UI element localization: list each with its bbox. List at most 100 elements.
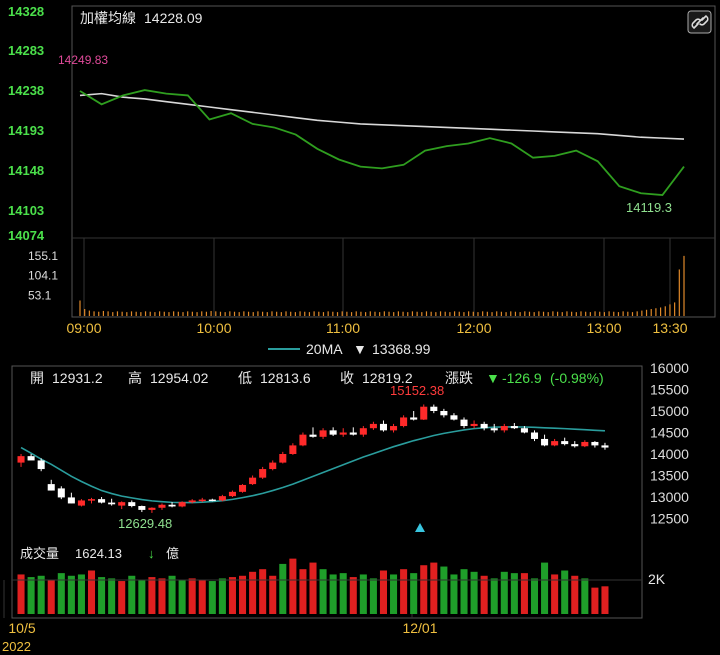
volume-y-tick: 53.1 bbox=[28, 288, 52, 302]
time-x-tick: 11:00 bbox=[326, 320, 360, 336]
high-label: 高 bbox=[128, 370, 142, 386]
daily-y-tick: 14000 bbox=[650, 446, 689, 462]
daily-volume-bar bbox=[520, 573, 528, 614]
signal-triangle-icon bbox=[415, 523, 425, 532]
time-x-tick: 09:00 bbox=[66, 320, 101, 336]
daily-volume-bar bbox=[218, 578, 226, 614]
price-y-tick: 14074 bbox=[8, 228, 45, 243]
daily-volume-bar bbox=[228, 577, 236, 614]
max-annotation: 15152.38 bbox=[390, 383, 444, 398]
candle bbox=[390, 423, 398, 433]
open-label: 開 bbox=[30, 370, 44, 386]
daily-volume-bar bbox=[289, 558, 297, 614]
price-y-tick: 14328 bbox=[8, 4, 44, 19]
daily-volume-bar bbox=[138, 579, 146, 614]
candle bbox=[369, 421, 377, 430]
daily-volume-bar bbox=[410, 573, 418, 614]
intraday-panel: 14328 14283 14238 14193 14148 14103 14074 155.… bbox=[8, 4, 716, 336]
volume-y-tick: 155.1 bbox=[28, 249, 58, 263]
candle bbox=[309, 427, 317, 438]
daily-volume-bar bbox=[591, 587, 599, 614]
daily-volume-bar bbox=[188, 578, 196, 614]
daily-y-tick: 14500 bbox=[650, 425, 689, 441]
candle bbox=[470, 420, 478, 429]
daily-y-tick: 13500 bbox=[650, 468, 689, 484]
change-arrow: ▼ bbox=[486, 370, 500, 386]
daily-volume-bar bbox=[87, 570, 96, 614]
change-pct: (-0.98%) bbox=[550, 370, 604, 386]
price-y-tick: 14103 bbox=[8, 203, 44, 218]
average-line bbox=[79, 92, 685, 140]
candle bbox=[450, 413, 458, 421]
daily-volume-bar bbox=[530, 578, 539, 614]
candle bbox=[400, 415, 408, 428]
volume-tick: 2K bbox=[648, 571, 666, 587]
candle bbox=[47, 479, 55, 491]
volume-value: 1624.13 bbox=[75, 546, 122, 561]
candle bbox=[541, 434, 549, 447]
daily-volume-bar bbox=[128, 575, 136, 614]
candle bbox=[591, 441, 599, 448]
price-y-tick: 14193 bbox=[8, 123, 44, 138]
candle bbox=[319, 428, 327, 439]
low-value: 12813.6 bbox=[260, 370, 311, 386]
volume-header: 成交量 1624.13 ↓ 億 bbox=[20, 546, 179, 561]
candle bbox=[289, 443, 297, 455]
volume-title: 成交量 bbox=[20, 546, 59, 561]
candle bbox=[259, 466, 267, 479]
daily-volume-bar bbox=[309, 562, 317, 614]
price-y-tick: 14238 bbox=[8, 83, 44, 98]
daily-volume-bar bbox=[601, 586, 609, 614]
candle bbox=[530, 430, 539, 442]
candle bbox=[67, 492, 75, 504]
daily-volume-bar bbox=[339, 573, 347, 614]
year-label: 2022 bbox=[2, 639, 31, 654]
ma-legend: 20MA ▼ 13368.99 bbox=[268, 341, 431, 357]
daily-volume-bar bbox=[581, 578, 589, 614]
close-label: 收 bbox=[340, 370, 354, 386]
candle bbox=[17, 454, 25, 467]
daily-volume-bar bbox=[420, 565, 428, 614]
candle bbox=[239, 484, 247, 493]
candle bbox=[339, 428, 347, 437]
chart-canvas: 14328 14283 14238 14193 14148 14103 14074 155.… bbox=[2, 4, 716, 654]
daily-volume-bar bbox=[98, 577, 106, 614]
candle bbox=[178, 501, 186, 508]
daily-volume-bar bbox=[470, 571, 478, 614]
daily-volume-bar bbox=[279, 563, 287, 614]
candle bbox=[329, 427, 337, 436]
volume-y-tick: 104.1 bbox=[28, 269, 58, 283]
daily-volume-bar bbox=[27, 577, 35, 614]
daily-volume-bar bbox=[239, 575, 247, 614]
daily-volume-bar bbox=[430, 562, 438, 614]
ma-legend-value: 13368.99 bbox=[372, 341, 431, 357]
candle bbox=[480, 421, 488, 431]
candle bbox=[551, 438, 559, 447]
open-value: 12931.2 bbox=[52, 370, 103, 386]
change-value: -126.9 bbox=[502, 370, 542, 386]
daily-volume-bar bbox=[490, 578, 498, 614]
candle bbox=[279, 451, 287, 464]
daily-y-tick: 15000 bbox=[650, 403, 689, 419]
daily-volume-bar bbox=[541, 562, 549, 614]
daily-volume-bar bbox=[349, 577, 357, 614]
high-value: 12954.02 bbox=[150, 370, 209, 386]
link-icon[interactable] bbox=[687, 10, 712, 34]
price-y-tick: 14283 bbox=[8, 43, 44, 58]
daily-volume-bar bbox=[299, 569, 307, 614]
daily-volume-bar bbox=[47, 579, 55, 614]
ma-legend-arrow: ▼ bbox=[353, 341, 367, 357]
candle bbox=[158, 503, 166, 510]
intraday-frame bbox=[71, 5, 716, 318]
time-x-tick: 13:00 bbox=[586, 320, 621, 336]
daily-volume-bar bbox=[480, 575, 488, 614]
candle bbox=[561, 437, 569, 446]
daily-volume-bar bbox=[561, 570, 569, 614]
candle bbox=[98, 497, 106, 504]
candle bbox=[440, 408, 448, 418]
candle bbox=[420, 404, 428, 421]
daily-volume-bar bbox=[400, 569, 408, 614]
candle bbox=[379, 420, 387, 432]
intraday-title: 加權均線 bbox=[80, 10, 136, 26]
candle bbox=[138, 505, 146, 513]
